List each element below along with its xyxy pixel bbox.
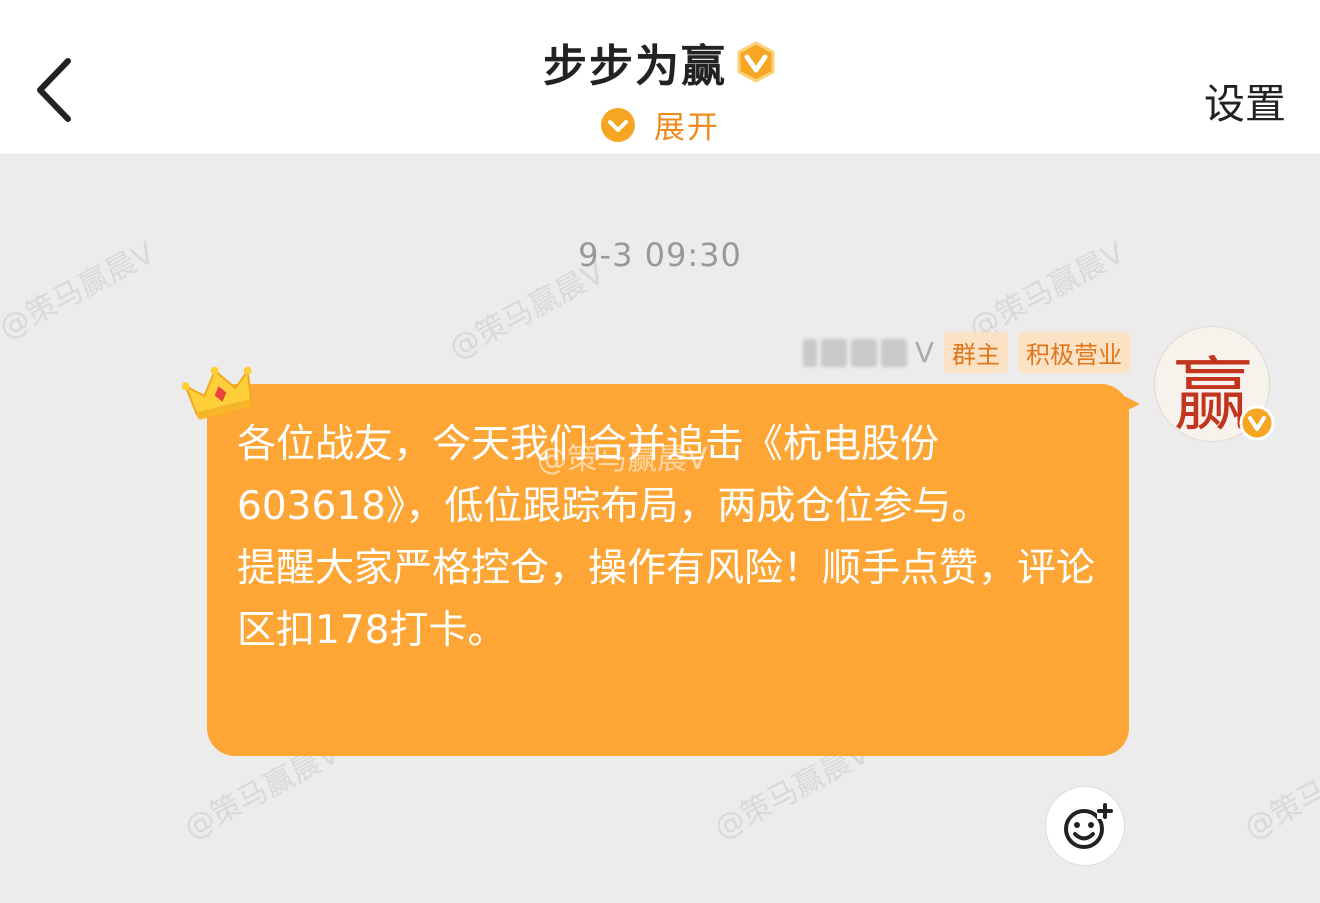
chat-area[interactable]: @策马赢晨V @策马赢晨V @策马赢晨V @策马赢晨V @策马赢晨V @策马赢晨… — [0, 156, 1320, 903]
message-timestamp: 9-3 09:30 — [578, 236, 742, 274]
add-reaction-button[interactable] — [1045, 786, 1125, 866]
sender-info: V 群主 积极营业 — [802, 332, 1130, 373]
avatar[interactable]: 赢 — [1154, 326, 1275, 442]
settings-button[interactable]: 设置 — [1204, 70, 1286, 130]
owner-tag: 群主 — [944, 332, 1008, 373]
activity-tag: 积极营业 — [1018, 332, 1130, 373]
emoji-add-icon — [1064, 803, 1113, 849]
crown-icon — [182, 366, 253, 420]
vip-badge-icon — [737, 41, 775, 83]
sender-name-redacted: V — [802, 336, 934, 369]
message-bubble[interactable]: 各位战友，今天我们合并追击《杭电股份603618》，低位跟踪布局，两成仓位参与。… — [207, 384, 1129, 756]
verified-icon — [1239, 405, 1275, 441]
chevron-down-circle-icon — [601, 107, 635, 142]
expand-toggle[interactable]: 展开 — [0, 102, 1320, 147]
watermark: @策马赢晨V — [1238, 735, 1320, 847]
top-bar: 步步为赢 展开 设置 — [0, 0, 1320, 155]
message-text: 各位战友，今天我们合并追击《杭电股份603618》，低位跟踪布局，两成仓位参与。… — [237, 422, 1096, 653]
sender-suffix: V — [914, 336, 934, 369]
group-name: 步步为赢 — [543, 41, 727, 92]
chat-title: 步步为赢 — [543, 30, 777, 94]
expand-label: 展开 — [654, 110, 720, 146]
bubble-tail — [1120, 394, 1140, 414]
